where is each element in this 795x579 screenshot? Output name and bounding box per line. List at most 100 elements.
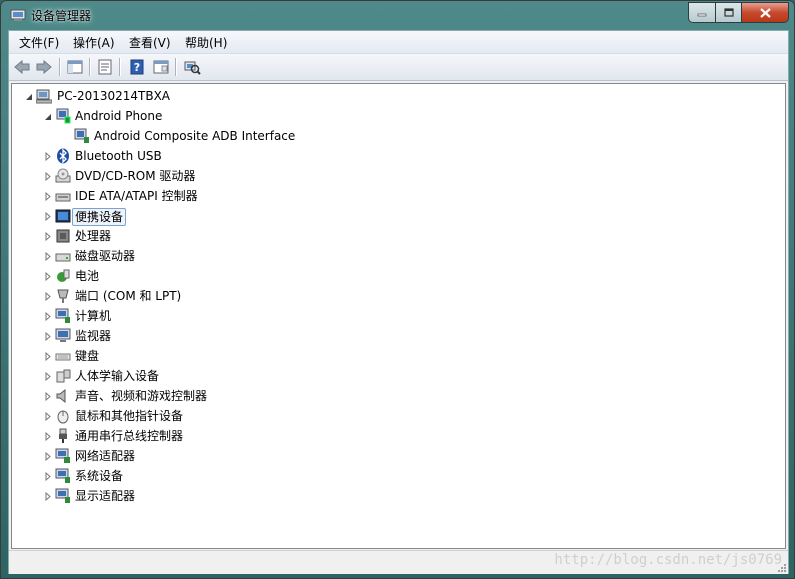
close-icon <box>759 7 771 18</box>
mouse-icon <box>57 410 69 424</box>
battery-icon <box>57 269 70 282</box>
tree-item[interactable]: 监视器 <box>12 326 783 346</box>
collapsed-arrow-icon[interactable] <box>43 232 52 241</box>
expanded-arrow-icon[interactable] <box>24 92 33 101</box>
tree-item[interactable]: 端口 (COM 和 LPT) <box>12 286 783 306</box>
help-icon: ? <box>130 59 144 75</box>
sound-icon <box>56 388 66 404</box>
collapsed-arrow-icon[interactable] <box>43 332 52 341</box>
tree-item-label: 电池 <box>75 269 100 283</box>
tree-item-label: 处理器 <box>75 229 112 243</box>
help-button[interactable]: ? <box>127 58 147 76</box>
resize-grip-icon[interactable] <box>777 563 787 573</box>
tree-item[interactable]: 磁盘驱动器 <box>12 246 783 266</box>
network-adapter-icon <box>55 448 70 463</box>
tree-item-label: Android Composite ADB Interface <box>94 129 296 143</box>
menu-help[interactable]: 帮助(H) <box>185 34 227 51</box>
tree-item-label: Android Phone <box>75 109 163 123</box>
collapsed-arrow-icon[interactable] <box>43 192 52 201</box>
show-hide-tree-button[interactable] <box>65 58 85 76</box>
system-device-icon <box>55 468 70 483</box>
tree-item-label: 监视器 <box>75 329 112 343</box>
tree-root[interactable]: PC-20130214TBXA <box>12 86 783 106</box>
tree-item-label: 显示适配器 <box>75 489 136 503</box>
disk-drive-icon <box>55 253 71 262</box>
properties-button[interactable] <box>95 58 115 76</box>
tree-item-label: 磁盘驱动器 <box>75 249 136 263</box>
computer-icon <box>55 308 70 323</box>
minimize-icon <box>697 13 707 16</box>
tree-item[interactable]: 键盘 <box>12 346 783 366</box>
tree-item-label: Bluetooth USB <box>75 149 162 163</box>
status-bar: http://blog.csdn.net/js0769 <box>9 550 788 574</box>
tree-item-label: 键盘 <box>75 349 100 363</box>
close-button[interactable] <box>742 3 788 22</box>
tree-item[interactable]: 人体学输入设备 <box>12 366 783 386</box>
tree-item[interactable]: 显示适配器 <box>12 486 783 506</box>
tree-item[interactable]: DVD/CD-ROM 驱动器 <box>12 166 783 186</box>
collapsed-arrow-icon[interactable] <box>43 412 52 421</box>
tree-item[interactable]: 计算机 <box>12 306 783 326</box>
collapsed-arrow-icon[interactable] <box>43 372 52 381</box>
tree-item[interactable]: 系统设备 <box>12 466 783 486</box>
tree-item[interactable]: 网络适配器 <box>12 446 783 466</box>
menu-view[interactable]: 查看(V) <box>129 34 171 51</box>
forward-icon <box>36 60 52 74</box>
tree-item[interactable]: 便携设备 <box>12 206 783 226</box>
device-tree[interactable]: PC-20130214TBXA Android Phone Android Com… <box>11 83 786 549</box>
monitor-icon <box>55 328 71 342</box>
menu-action[interactable]: 操作(A) <box>73 34 115 51</box>
tree-item-label: 端口 (COM 和 LPT) <box>75 289 182 303</box>
tree-item-label: 网络适配器 <box>75 449 136 463</box>
tree-item-label: 便携设备 <box>72 208 127 226</box>
collapsed-arrow-icon[interactable] <box>43 252 52 261</box>
collapsed-arrow-icon[interactable] <box>43 432 52 441</box>
caption-buttons <box>688 2 789 23</box>
tree-item[interactable]: 通用串行总线控制器 <box>12 426 783 446</box>
view-button[interactable] <box>151 58 171 76</box>
collapsed-arrow-icon[interactable] <box>43 492 52 501</box>
tree-item-label: IDE ATA/ATAPI 控制器 <box>75 189 198 203</box>
watermark-text: http://blog.csdn.net/js0769 <box>554 552 782 568</box>
collapsed-arrow-icon[interactable] <box>43 272 52 281</box>
dvd-drive-icon <box>55 168 71 183</box>
collapsed-arrow-icon[interactable] <box>43 292 52 301</box>
expanded-arrow-icon[interactable] <box>43 112 52 121</box>
tree-item-label: 鼠标和其他指针设备 <box>75 409 184 423</box>
tree-item-label: 系统设备 <box>75 469 124 483</box>
back-button[interactable] <box>12 58 32 76</box>
collapsed-arrow-icon[interactable] <box>43 172 52 181</box>
show-hide-tree-icon <box>67 60 83 74</box>
minimize-button[interactable] <box>689 3 716 22</box>
device-manager-icon <box>10 9 26 21</box>
forward-button[interactable] <box>34 58 54 76</box>
title-bar[interactable]: 设备管理器 <box>1 1 794 29</box>
scan-hardware-icon <box>184 61 201 75</box>
tree-item[interactable]: 电池 <box>12 266 783 286</box>
tree-item[interactable]: 处理器 <box>12 226 783 246</box>
phone-device-icon <box>56 108 71 124</box>
tree-item[interactable]: 声音、视频和游戏控制器 <box>12 386 783 406</box>
usb-icon <box>59 428 67 443</box>
collapsed-arrow-icon[interactable] <box>43 392 52 401</box>
scan-hardware-button[interactable] <box>182 58 202 76</box>
menu-file[interactable]: 文件(F) <box>19 34 59 51</box>
keyboard-icon <box>55 353 71 361</box>
maximize-button[interactable] <box>716 3 742 22</box>
tree-item-label: 通用串行总线控制器 <box>75 429 184 443</box>
tree-item[interactable]: Android Composite ADB Interface <box>12 126 783 146</box>
collapsed-arrow-icon[interactable] <box>43 312 52 321</box>
collapsed-arrow-icon[interactable] <box>43 472 52 481</box>
tree-item[interactable]: IDE ATA/ATAPI 控制器 <box>12 186 783 206</box>
collapsed-arrow-icon[interactable] <box>43 152 52 161</box>
tree-item[interactable]: Bluetooth USB <box>12 146 783 166</box>
tree-item[interactable]: 鼠标和其他指针设备 <box>12 406 783 426</box>
collapsed-arrow-icon[interactable] <box>43 212 52 221</box>
toolbar-separator <box>175 58 177 76</box>
collapsed-arrow-icon[interactable] <box>43 352 52 361</box>
toolbar-separator <box>59 58 61 76</box>
tree-item[interactable]: Android Phone <box>12 106 783 126</box>
properties-icon <box>98 59 112 75</box>
tree-item-label: 人体学输入设备 <box>75 369 160 383</box>
collapsed-arrow-icon[interactable] <box>43 452 52 461</box>
